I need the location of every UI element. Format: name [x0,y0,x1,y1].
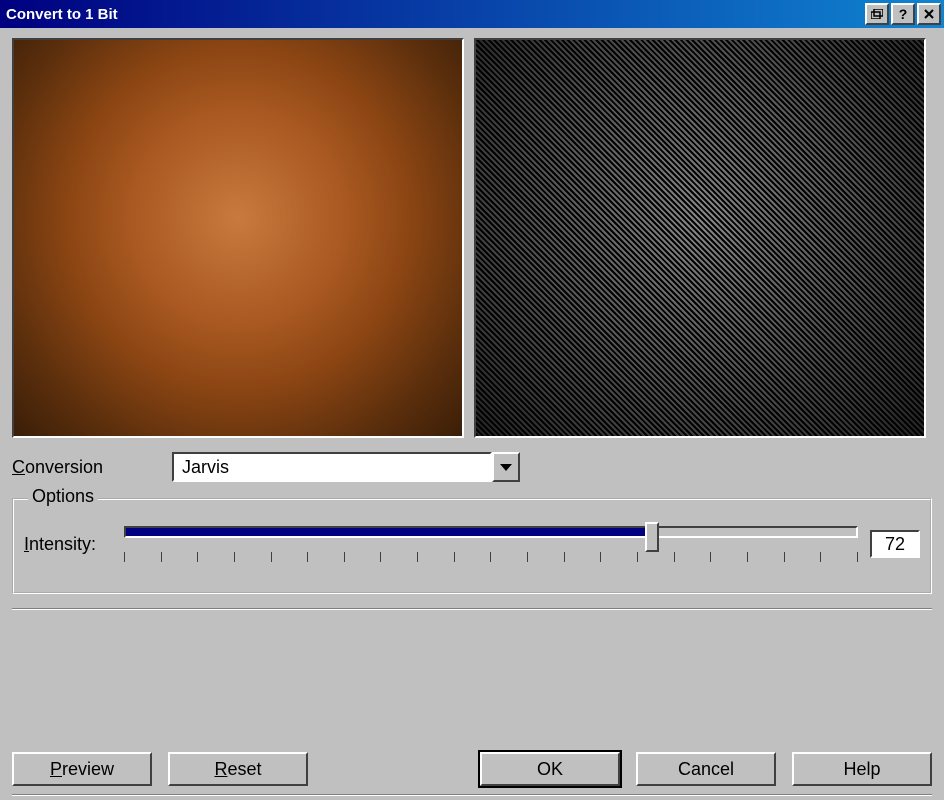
slider-ticks [124,552,858,564]
options-group-title: Options [28,486,98,507]
separator [12,608,932,610]
conversion-combo[interactable] [172,452,520,482]
slider-fill [126,528,654,536]
options-group: Options Intensity: [12,498,932,594]
dropdown-icon[interactable] [492,452,520,482]
preview-original [12,38,464,438]
preview-area [12,38,932,438]
conversion-input[interactable] [172,452,492,482]
restore-button[interactable] [865,3,889,25]
title-bar: Convert to 1 Bit ? [0,0,944,28]
intensity-value[interactable] [870,530,920,558]
conversion-label: Conversion [12,457,172,478]
reset-button[interactable]: Reset [168,752,308,786]
intensity-slider[interactable] [124,518,858,570]
ok-button[interactable]: OK [480,752,620,786]
intensity-row: Intensity: [24,518,920,570]
conversion-row: Conversion [12,452,932,482]
window-title: Convert to 1 Bit [6,6,118,23]
button-row: Preview Reset OK Cancel Help [12,752,932,786]
help-button[interactable]: ? [891,3,915,25]
help-action-button[interactable]: Help [792,752,932,786]
close-button[interactable] [917,3,941,25]
preview-converted [474,38,926,438]
bottom-separator [12,794,932,796]
slider-thumb[interactable] [645,522,659,552]
window-buttons: ? [865,3,941,25]
preview-button[interactable]: Preview [12,752,152,786]
cancel-button[interactable]: Cancel [636,752,776,786]
intensity-label: Intensity: [24,534,124,555]
